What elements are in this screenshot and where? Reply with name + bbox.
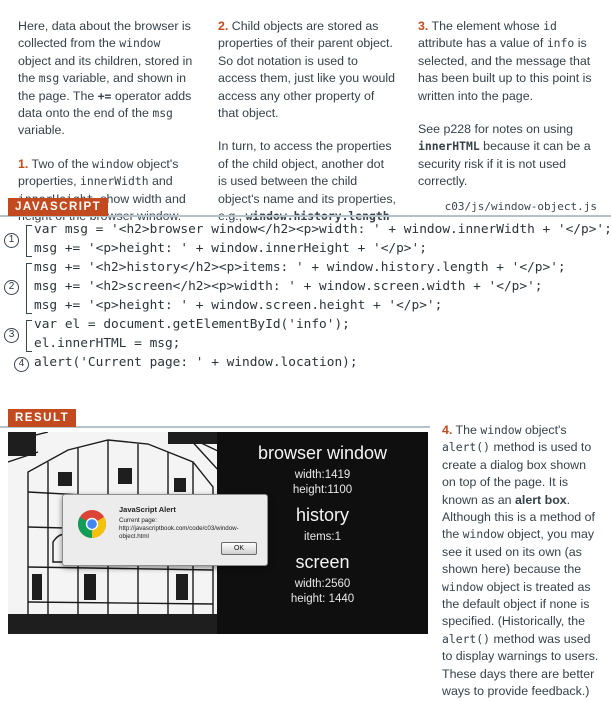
result-screenshot: browser window width:1419 height:1100 hi… [8,432,428,634]
step-marker-2: 2 [4,280,19,295]
paragraph-intro: Here, data about the browser is collecte… [18,19,193,138]
screen-height-value: height: 1440 [290,593,355,605]
code-bracket-1 [26,225,32,257]
code-file-path: c03/js/window-object.js [444,200,597,213]
chrome-browser-icon [78,510,106,538]
code-line: msg += '<h2>history</h2><p>items: ' + wi… [34,260,566,275]
result-section-label: RESULT [8,409,77,427]
code-block: var msg = '<h2>browser window</h2><p>wid… [0,218,611,398]
alert-ok-button[interactable]: OK [221,542,257,555]
code-line: var el = document.getElementById('info')… [34,317,350,332]
heading-browser-window: browser window [257,443,388,463]
browser-width-value: width:1419 [294,469,351,481]
paragraph-step-3: 3. The element whose id attribute has a … [418,19,592,103]
paragraph-security-note: See p228 for notes on using innerHTML be… [418,122,591,189]
code-bracket-3 [26,320,32,352]
text-column-2: 2. Child objects are stored as propertie… [218,18,396,241]
alert-message: Current page: http://javascriptbook.com/… [119,517,239,540]
code-line: msg += '<p>height: ' + window.screen.hei… [34,298,443,313]
step-marker-3: 3 [4,328,19,343]
paragraph-step-2: 2. Child objects are stored as propertie… [218,19,395,121]
code-line: msg += '<h2>screen</h2><p>width: ' + win… [34,279,543,294]
code-line: var msg = '<h2>browser window</h2><p>wid… [34,222,611,237]
code-bracket-2 [26,263,32,314]
text-column-3: 3. The element whose id attribute has a … [418,18,598,207]
alert-title: JavaScript Alert [119,505,176,514]
javascript-alert-dialog: JavaScript Alert Current page: http://ja… [62,494,268,566]
screen-width-value: width:2560 [294,578,351,590]
step-marker-4: 4 [14,357,29,372]
code-line: msg += '<p>height: ' + window.innerHeigh… [34,241,427,256]
code-line: el.innerHTML = msg; [34,336,181,351]
javascript-section-label: JAVASCRIPT [8,198,109,216]
paragraph-step-2-detail: In turn, to access the properties of the… [218,139,396,223]
code-line: alert('Current page: ' + window.location… [34,355,358,370]
paragraph-step-4: 4. The window object's alert() method is… [442,423,599,699]
step-marker-1: 1 [4,233,19,248]
